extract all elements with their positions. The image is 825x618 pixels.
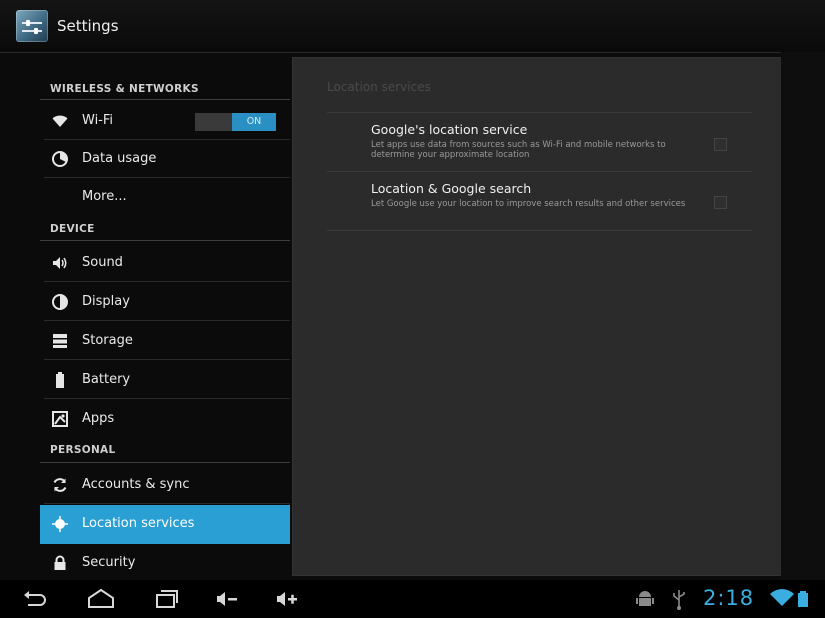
settings-item-label: Storage bbox=[82, 333, 133, 348]
status-clock: 2:18 bbox=[703, 586, 755, 610]
panel-divider bbox=[327, 112, 752, 113]
settings-item-sound[interactable]: Sound bbox=[40, 244, 290, 282]
settings-item-label: Display bbox=[82, 294, 130, 309]
location-icon bbox=[51, 515, 69, 533]
android-debug-icon bbox=[630, 586, 660, 612]
lock-icon bbox=[51, 554, 69, 572]
wifi-toggle-state: ON bbox=[232, 113, 276, 131]
section-divider bbox=[40, 462, 290, 463]
settings-item-label: Accounts & sync bbox=[82, 477, 190, 492]
pref-title: Location & Google search bbox=[371, 181, 532, 196]
apps-icon bbox=[51, 410, 69, 428]
settings-item-label: Battery bbox=[82, 372, 131, 387]
wifi-icon bbox=[51, 112, 69, 130]
section-divider bbox=[40, 99, 290, 100]
settings-item-label: Data usage bbox=[82, 151, 157, 166]
pref-divider bbox=[327, 230, 752, 231]
battery-icon bbox=[51, 371, 69, 389]
sync-icon bbox=[51, 476, 69, 494]
google-location-checkbox[interactable] bbox=[714, 138, 727, 151]
settings-item-battery[interactable]: Battery bbox=[40, 361, 290, 399]
settings-app-icon[interactable] bbox=[16, 10, 48, 42]
settings-item-label: Wi-Fi bbox=[82, 113, 114, 128]
settings-item-wifi[interactable]: Wi-Fi ON bbox=[40, 102, 290, 140]
speaker-icon bbox=[51, 254, 69, 272]
location-search-checkbox[interactable] bbox=[714, 196, 727, 209]
home-icon[interactable] bbox=[86, 586, 116, 612]
recent-apps-icon[interactable] bbox=[152, 586, 182, 612]
pref-title: Google's location service bbox=[371, 122, 528, 137]
pref-location-google-search[interactable]: Location & Google search Let Google use … bbox=[371, 181, 711, 209]
settings-item-storage[interactable]: Storage bbox=[40, 322, 290, 360]
section-header-wireless: WIRELESS & NETWORKS bbox=[50, 83, 199, 95]
settings-header-list: WIRELESS & NETWORKS Wi-Fi ON Data usage … bbox=[40, 72, 292, 580]
action-bar: Settings bbox=[0, 0, 825, 53]
panel-title: Location services bbox=[327, 80, 431, 94]
right-margin bbox=[781, 52, 825, 580]
location-services-panel: Location services Google's location serv… bbox=[292, 57, 782, 576]
settings-item-more[interactable]: More... bbox=[40, 178, 290, 216]
battery-status-icon bbox=[793, 586, 813, 612]
pref-google-location-service[interactable]: Google's location service Let apps use d… bbox=[371, 122, 711, 160]
volume-up-icon[interactable] bbox=[274, 586, 304, 612]
volume-down-icon[interactable] bbox=[214, 586, 244, 612]
settings-item-label: More... bbox=[82, 189, 127, 204]
settings-item-security[interactable]: Security bbox=[40, 544, 290, 580]
system-bar: 2:18 bbox=[0, 580, 825, 618]
settings-item-apps[interactable]: Apps bbox=[40, 400, 290, 438]
section-header-personal: PERSONAL bbox=[50, 444, 116, 456]
wifi-toggle-switch[interactable]: ON bbox=[195, 113, 276, 131]
usb-icon bbox=[664, 586, 694, 612]
storage-icon bbox=[51, 332, 69, 350]
brightness-icon bbox=[51, 293, 69, 311]
section-header-device: DEVICE bbox=[50, 223, 95, 235]
section-divider bbox=[40, 240, 290, 241]
settings-item-label: Apps bbox=[82, 411, 115, 426]
settings-item-location-services[interactable]: Location services bbox=[40, 505, 290, 544]
settings-item-display[interactable]: Display bbox=[40, 283, 290, 321]
app-title: Settings bbox=[57, 17, 119, 35]
settings-item-label: Location services bbox=[82, 516, 195, 531]
pref-summary: Let Google use your location to improve … bbox=[371, 199, 686, 209]
pref-summary: Let apps use data from sources such as W… bbox=[371, 140, 666, 160]
back-icon[interactable] bbox=[20, 586, 50, 612]
settings-item-accounts-sync[interactable]: Accounts & sync bbox=[40, 466, 290, 504]
data-usage-icon bbox=[51, 150, 69, 168]
settings-item-label: Sound bbox=[82, 255, 123, 270]
settings-item-label: Security bbox=[82, 555, 136, 570]
settings-item-data-usage[interactable]: Data usage bbox=[40, 140, 290, 178]
pref-divider bbox=[327, 171, 752, 172]
